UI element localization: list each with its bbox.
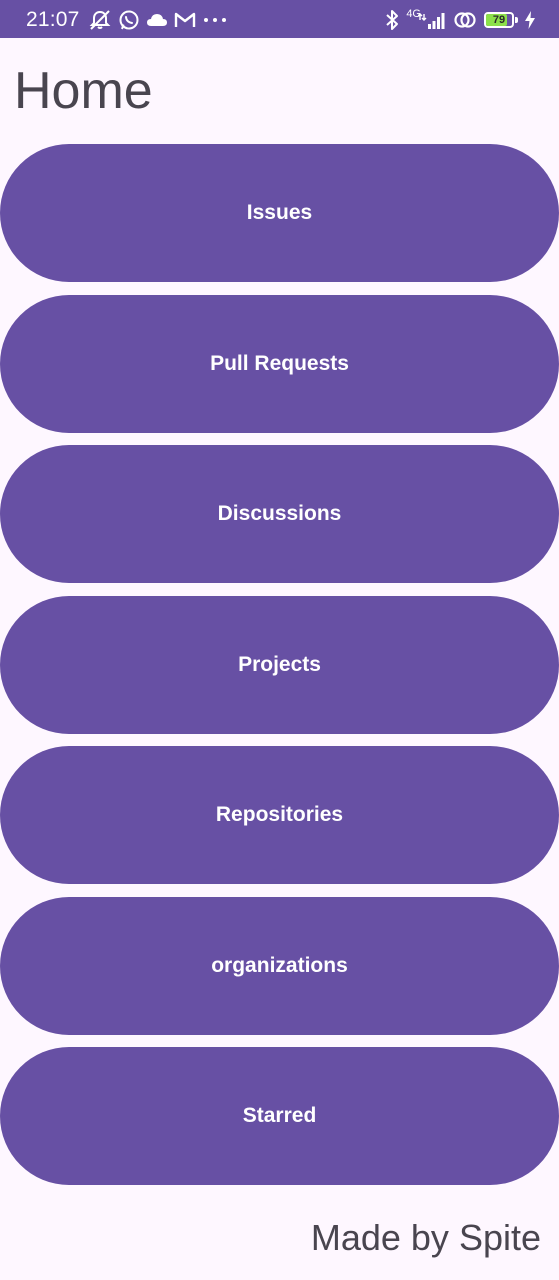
home-screen: 21:07 4G 79 Home Issues Pull Requests Di… [0,0,559,1280]
charging-bolt-icon [525,11,535,29]
bluetooth-icon [385,9,399,31]
discussions-button[interactable]: Discussions [0,445,559,583]
organizations-button[interactable]: organizations [0,896,559,1035]
network-type-label: 4G [406,8,421,20]
more-dots-icon [202,16,228,24]
status-bar: 21:07 4G 79 [0,0,559,38]
pull-requests-button[interactable]: Pull Requests [0,294,559,433]
repositories-button[interactable]: Repositories [0,746,559,884]
gmail-icon [174,11,196,29]
status-bar-right: 4G 79 [385,8,535,32]
whatsapp-icon [118,9,140,31]
signal-icon: 4G [406,8,446,30]
battery-icon: 79 [484,12,518,28]
status-time: 21:07 [26,8,80,31]
hotspot-link-icon [453,10,477,30]
status-bar-left: 21:07 [26,8,228,32]
starred-button[interactable]: Starred [0,1047,559,1185]
battery-level-text: 79 [492,14,506,26]
nav-button-list: Issues Pull Requests Discussions Project… [0,144,559,1198]
alarm-off-icon [88,9,112,31]
battery-cap [515,17,518,23]
page-title: Home [14,62,153,120]
cloud-icon [146,12,168,28]
projects-button[interactable]: Projects [0,595,559,734]
issues-button[interactable]: Issues [0,144,559,282]
footer-credit: Made by Spite [310,1217,541,1258]
